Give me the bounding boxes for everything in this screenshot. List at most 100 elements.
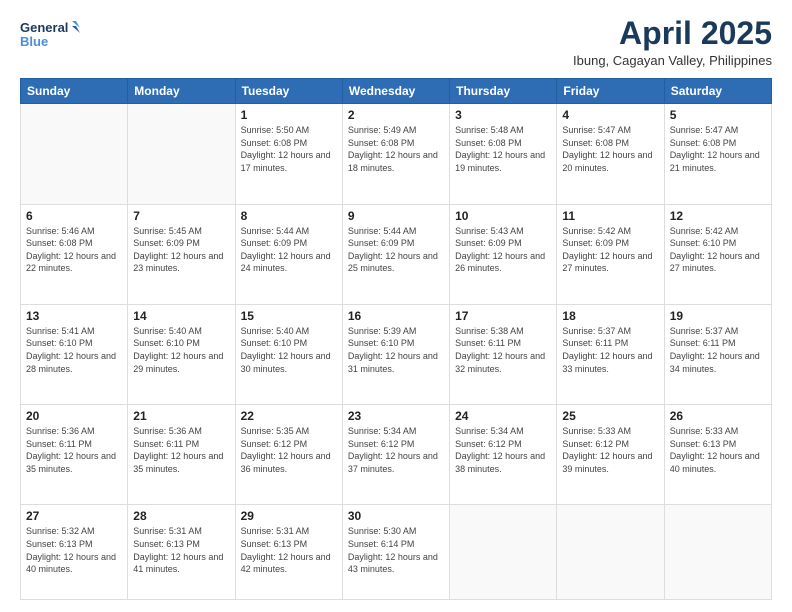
day-number: 28 xyxy=(133,509,229,523)
day-daylight: Daylight: 12 hours and 23 minutes. xyxy=(133,250,229,275)
table-row: 4 Sunrise: 5:47 AM Sunset: 6:08 PM Dayli… xyxy=(557,104,664,204)
day-sunset: Sunset: 6:14 PM xyxy=(348,538,444,551)
day-number: 26 xyxy=(670,409,766,423)
table-row: 15 Sunrise: 5:40 AM Sunset: 6:10 PM Dayl… xyxy=(235,304,342,404)
table-row: 25 Sunrise: 5:33 AM Sunset: 6:12 PM Dayl… xyxy=(557,405,664,505)
day-number: 16 xyxy=(348,309,444,323)
day-number: 21 xyxy=(133,409,229,423)
day-number: 18 xyxy=(562,309,658,323)
table-row: 22 Sunrise: 5:35 AM Sunset: 6:12 PM Dayl… xyxy=(235,405,342,505)
day-sunrise: Sunrise: 5:33 AM xyxy=(562,425,658,438)
day-sunrise: Sunrise: 5:40 AM xyxy=(133,325,229,338)
day-sunrise: Sunrise: 5:38 AM xyxy=(455,325,551,338)
day-sunset: Sunset: 6:11 PM xyxy=(670,337,766,350)
day-sunrise: Sunrise: 5:36 AM xyxy=(26,425,122,438)
table-row: 30 Sunrise: 5:30 AM Sunset: 6:14 PM Dayl… xyxy=(342,505,449,600)
day-sunset: Sunset: 6:12 PM xyxy=(562,438,658,451)
day-daylight: Daylight: 12 hours and 17 minutes. xyxy=(241,149,337,174)
table-row: 9 Sunrise: 5:44 AM Sunset: 6:09 PM Dayli… xyxy=(342,204,449,304)
day-sunset: Sunset: 6:09 PM xyxy=(455,237,551,250)
day-number: 29 xyxy=(241,509,337,523)
day-sunrise: Sunrise: 5:47 AM xyxy=(670,124,766,137)
table-row: 14 Sunrise: 5:40 AM Sunset: 6:10 PM Dayl… xyxy=(128,304,235,404)
day-number: 23 xyxy=(348,409,444,423)
day-daylight: Daylight: 12 hours and 32 minutes. xyxy=(455,350,551,375)
svg-text:Blue: Blue xyxy=(20,34,48,49)
day-daylight: Daylight: 12 hours and 33 minutes. xyxy=(562,350,658,375)
day-number: 13 xyxy=(26,309,122,323)
day-daylight: Daylight: 12 hours and 18 minutes. xyxy=(348,149,444,174)
day-sunset: Sunset: 6:11 PM xyxy=(455,337,551,350)
day-sunset: Sunset: 6:12 PM xyxy=(348,438,444,451)
day-sunset: Sunset: 6:13 PM xyxy=(241,538,337,551)
day-sunrise: Sunrise: 5:33 AM xyxy=(670,425,766,438)
day-sunrise: Sunrise: 5:39 AM xyxy=(348,325,444,338)
day-sunset: Sunset: 6:13 PM xyxy=(26,538,122,551)
day-sunrise: Sunrise: 5:34 AM xyxy=(348,425,444,438)
day-daylight: Daylight: 12 hours and 29 minutes. xyxy=(133,350,229,375)
day-sunrise: Sunrise: 5:44 AM xyxy=(241,225,337,238)
table-row: 26 Sunrise: 5:33 AM Sunset: 6:13 PM Dayl… xyxy=(664,405,771,505)
day-sunrise: Sunrise: 5:41 AM xyxy=(26,325,122,338)
table-row: 29 Sunrise: 5:31 AM Sunset: 6:13 PM Dayl… xyxy=(235,505,342,600)
day-daylight: Daylight: 12 hours and 42 minutes. xyxy=(241,551,337,576)
col-wednesday: Wednesday xyxy=(342,79,449,104)
page-subtitle: Ibung, Cagayan Valley, Philippines xyxy=(573,53,772,68)
title-block: April 2025 Ibung, Cagayan Valley, Philip… xyxy=(573,16,772,68)
day-sunset: Sunset: 6:09 PM xyxy=(348,237,444,250)
col-saturday: Saturday xyxy=(664,79,771,104)
logo-svg: General Blue xyxy=(20,16,80,56)
day-sunrise: Sunrise: 5:40 AM xyxy=(241,325,337,338)
day-sunrise: Sunrise: 5:37 AM xyxy=(562,325,658,338)
table-row: 21 Sunrise: 5:36 AM Sunset: 6:11 PM Dayl… xyxy=(128,405,235,505)
page-title: April 2025 xyxy=(573,16,772,51)
day-sunset: Sunset: 6:11 PM xyxy=(133,438,229,451)
day-daylight: Daylight: 12 hours and 21 minutes. xyxy=(670,149,766,174)
day-daylight: Daylight: 12 hours and 40 minutes. xyxy=(26,551,122,576)
day-sunset: Sunset: 6:09 PM xyxy=(562,237,658,250)
table-row: 13 Sunrise: 5:41 AM Sunset: 6:10 PM Dayl… xyxy=(21,304,128,404)
logo: General Blue xyxy=(20,16,80,56)
day-number: 3 xyxy=(455,108,551,122)
table-row: 12 Sunrise: 5:42 AM Sunset: 6:10 PM Dayl… xyxy=(664,204,771,304)
table-row xyxy=(450,505,557,600)
day-number: 30 xyxy=(348,509,444,523)
day-daylight: Daylight: 12 hours and 36 minutes. xyxy=(241,450,337,475)
col-tuesday: Tuesday xyxy=(235,79,342,104)
day-daylight: Daylight: 12 hours and 37 minutes. xyxy=(348,450,444,475)
day-daylight: Daylight: 12 hours and 20 minutes. xyxy=(562,149,658,174)
calendar-header-row: Sunday Monday Tuesday Wednesday Thursday… xyxy=(21,79,772,104)
day-daylight: Daylight: 12 hours and 38 minutes. xyxy=(455,450,551,475)
col-monday: Monday xyxy=(128,79,235,104)
day-sunrise: Sunrise: 5:34 AM xyxy=(455,425,551,438)
day-number: 24 xyxy=(455,409,551,423)
day-sunrise: Sunrise: 5:35 AM xyxy=(241,425,337,438)
day-number: 5 xyxy=(670,108,766,122)
day-number: 19 xyxy=(670,309,766,323)
table-row xyxy=(128,104,235,204)
day-number: 4 xyxy=(562,108,658,122)
day-sunset: Sunset: 6:13 PM xyxy=(670,438,766,451)
day-number: 20 xyxy=(26,409,122,423)
day-daylight: Daylight: 12 hours and 43 minutes. xyxy=(348,551,444,576)
day-sunrise: Sunrise: 5:47 AM xyxy=(562,124,658,137)
day-sunrise: Sunrise: 5:50 AM xyxy=(241,124,337,137)
day-number: 25 xyxy=(562,409,658,423)
day-number: 27 xyxy=(26,509,122,523)
day-sunset: Sunset: 6:10 PM xyxy=(241,337,337,350)
day-sunset: Sunset: 6:08 PM xyxy=(670,137,766,150)
table-row: 11 Sunrise: 5:42 AM Sunset: 6:09 PM Dayl… xyxy=(557,204,664,304)
day-number: 1 xyxy=(241,108,337,122)
table-row: 20 Sunrise: 5:36 AM Sunset: 6:11 PM Dayl… xyxy=(21,405,128,505)
day-sunset: Sunset: 6:10 PM xyxy=(670,237,766,250)
day-daylight: Daylight: 12 hours and 34 minutes. xyxy=(670,350,766,375)
table-row: 2 Sunrise: 5:49 AM Sunset: 6:08 PM Dayli… xyxy=(342,104,449,204)
day-sunrise: Sunrise: 5:42 AM xyxy=(562,225,658,238)
day-sunrise: Sunrise: 5:37 AM xyxy=(670,325,766,338)
table-row: 27 Sunrise: 5:32 AM Sunset: 6:13 PM Dayl… xyxy=(21,505,128,600)
table-row xyxy=(21,104,128,204)
table-row xyxy=(664,505,771,600)
day-sunset: Sunset: 6:10 PM xyxy=(348,337,444,350)
day-sunrise: Sunrise: 5:32 AM xyxy=(26,525,122,538)
day-number: 14 xyxy=(133,309,229,323)
